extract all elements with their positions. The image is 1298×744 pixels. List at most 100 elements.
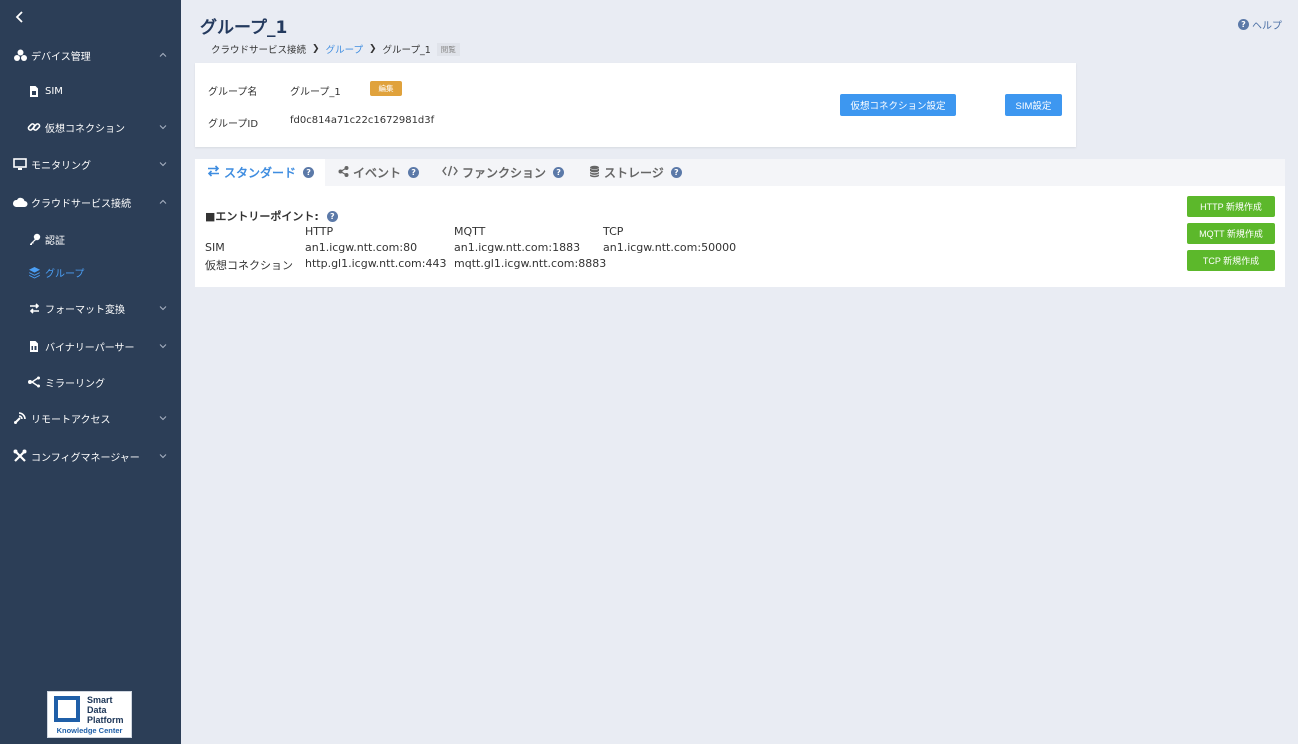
row-label-sim: SIM	[205, 241, 225, 254]
group-id-label: グループID	[208, 119, 259, 130]
code-icon	[442, 165, 458, 180]
tab-standard[interactable]: スタンダード ?	[195, 159, 325, 186]
tab-label: ファンクション	[462, 166, 547, 180]
breadcrumb-item-cloud[interactable]: クラウドサービス接続	[211, 42, 306, 56]
convert-icon	[26, 300, 42, 316]
arrows-exchange-icon	[207, 165, 220, 180]
help-icon[interactable]: ?	[670, 167, 682, 178]
devices-icon	[12, 47, 28, 63]
tab-label: スタンダード	[224, 166, 297, 180]
endpoint-vc-mqtt: mqtt.gl1.icgw.ntt.com:8883	[454, 257, 607, 270]
group-id-value: fd0c814a71c22c1672981d3f	[290, 115, 435, 126]
column-header-tcp: TCP	[603, 225, 624, 238]
help-icon: ?	[1238, 19, 1249, 30]
logo-text: Smart Data Platform	[87, 695, 124, 725]
sidebar-item-label: 認証	[45, 235, 65, 247]
help-icon[interactable]: ?	[408, 167, 420, 178]
sidebar-item-remote-access[interactable]: リモートアクセス	[0, 403, 181, 433]
group-info-card: グループ名 グループ_1 編集 グループID fd0c814a71c22c167…	[195, 63, 1076, 147]
logo-line: Smart	[87, 695, 113, 705]
sidebar-item-label: コンフィグマネージャー	[31, 452, 140, 464]
chevron-up-icon	[159, 51, 167, 59]
sidebar-item-monitoring[interactable]: モニタリング	[0, 149, 181, 179]
sidebar-item-label: 仮想コネクション	[45, 123, 125, 135]
cloud-icon	[12, 194, 28, 210]
sidebar-item-label: SIM	[45, 85, 63, 97]
sidebar-item-binary-parser[interactable]: バイナリーパーサー	[0, 331, 181, 361]
remote-icon	[12, 410, 28, 426]
chevron-right-icon: ❯	[369, 44, 377, 54]
chevron-down-icon	[159, 123, 167, 131]
chevron-down-icon	[159, 342, 167, 350]
tab-label: イベント	[353, 166, 402, 180]
sidebar-item-label: バイナリーパーサー	[45, 342, 135, 354]
tab-bar: スタンダード ? イベント ? ファンクション ? ストレージ ?	[195, 159, 1285, 186]
breadcrumb-item-group[interactable]: グループ	[326, 42, 363, 56]
link-icon	[26, 119, 42, 135]
logo-line: Data	[87, 705, 107, 715]
sim-settings-button[interactable]: SIM設定	[1005, 94, 1062, 116]
chevron-left-icon[interactable]	[12, 8, 28, 26]
tab-label: ストレージ	[604, 166, 664, 180]
sidebar-item-label: クラウドサービス接続	[31, 198, 131, 210]
sidebar: デバイス管理 SIM 仮想コネクション モニタリング クラウドサービス接続 認証	[0, 0, 181, 744]
sidebar-item-label: グループ	[45, 268, 85, 280]
tab-function[interactable]: ファンクション ?	[442, 159, 565, 186]
group-name-value: グループ_1	[290, 87, 341, 98]
sidebar-item-virtual-connection[interactable]: 仮想コネクション	[0, 112, 181, 142]
sidebar-item-config-manager[interactable]: コンフィグマネージャー	[0, 441, 181, 471]
sidebar-item-label: ミラーリング	[45, 378, 105, 390]
breadcrumb: クラウドサービス接続 ❯ グループ ❯ グループ_1 閲覧	[211, 42, 460, 56]
help-label: ヘルプ	[1252, 21, 1282, 32]
layers-icon	[26, 264, 42, 280]
row-label-virtual-connection: 仮想コネクション	[205, 259, 293, 272]
page-title: グループ_1	[200, 18, 288, 38]
binary-file-icon	[26, 338, 42, 354]
sidebar-item-device-management[interactable]: デバイス管理	[0, 40, 181, 70]
monitor-icon	[12, 156, 28, 172]
sidebar-item-group[interactable]: グループ	[0, 257, 181, 287]
entry-points-title: ■エントリーポイント: ?	[205, 208, 338, 224]
standard-tab-panel: ■エントリーポイント: ? HTTP MQTT TCP SIM an1.icgw…	[195, 186, 1285, 287]
sidebar-item-label: リモートアクセス	[31, 414, 111, 426]
logo-square	[54, 696, 80, 722]
edit-button[interactable]: 編集	[370, 81, 402, 96]
tab-storage[interactable]: ストレージ ?	[589, 159, 682, 186]
sidebar-item-format-conversion[interactable]: フォーマット変換	[0, 293, 181, 323]
chevron-down-icon	[159, 452, 167, 460]
sidebar-item-sim[interactable]: SIM	[0, 76, 181, 106]
http-create-button[interactable]: HTTP 新規作成	[1187, 196, 1275, 217]
virtual-connection-settings-button[interactable]: 仮想コネクション設定	[840, 94, 956, 116]
sidebar-item-label: デバイス管理	[31, 51, 91, 63]
endpoint-sim-tcp: an1.icgw.ntt.com:50000	[603, 241, 737, 254]
tools-icon	[12, 448, 28, 464]
chevron-up-icon	[159, 198, 167, 206]
column-header-http: HTTP	[305, 225, 334, 238]
view-mode-tag: 閲覧	[436, 42, 460, 56]
key-icon	[26, 231, 42, 247]
chevron-right-icon: ❯	[312, 44, 320, 54]
endpoint-vc-http: http.gl1.icgw.ntt.com:443	[305, 257, 447, 270]
help-icon[interactable]: ?	[326, 210, 338, 222]
smart-data-platform-logo[interactable]: Smart Data Platform Knowledge Center	[47, 691, 132, 738]
mirror-icon	[26, 374, 42, 390]
database-icon	[589, 165, 600, 181]
tcp-create-button[interactable]: TCP 新規作成	[1187, 250, 1275, 271]
endpoint-sim-mqtt: an1.icgw.ntt.com:1883	[454, 241, 581, 254]
share-icon	[338, 165, 349, 180]
sidebar-item-label: フォーマット変換	[45, 304, 125, 316]
sidebar-item-auth[interactable]: 認証	[0, 224, 181, 254]
help-link[interactable]: ? ヘルプ	[1238, 17, 1282, 32]
sim-card-icon	[26, 83, 42, 99]
tab-event[interactable]: イベント ?	[338, 159, 420, 186]
sidebar-item-cloud-service[interactable]: クラウドサービス接続	[0, 187, 181, 217]
sidebar-item-mirroring[interactable]: ミラーリング	[0, 367, 181, 397]
logo-subtitle: Knowledge Center	[56, 726, 123, 735]
breadcrumb-item-current: グループ_1	[382, 45, 431, 56]
sidebar-item-label: モニタリング	[31, 160, 91, 172]
help-icon[interactable]: ?	[303, 167, 315, 178]
entry-points-title-text: ■エントリーポイント:	[205, 210, 319, 223]
column-header-mqtt: MQTT	[454, 225, 486, 238]
help-icon[interactable]: ?	[553, 167, 565, 178]
mqtt-create-button[interactable]: MQTT 新規作成	[1187, 223, 1275, 244]
